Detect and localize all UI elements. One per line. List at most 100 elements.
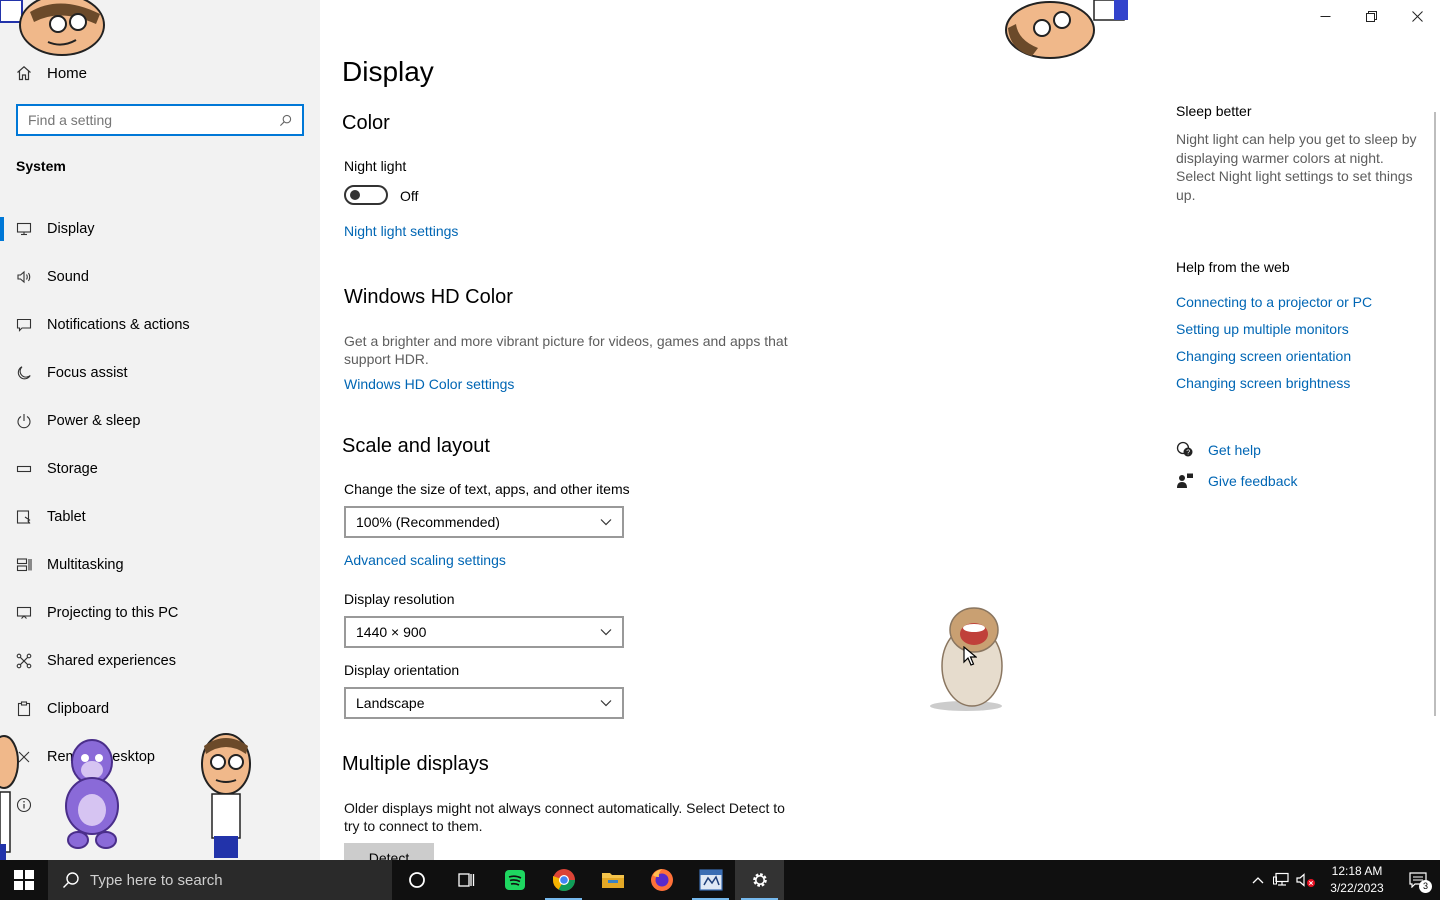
taskbar-search-box[interactable]: Type here to search — [48, 860, 392, 900]
monitor-icon — [16, 221, 32, 237]
help-link-orientation[interactable]: Changing screen orientation — [1176, 348, 1351, 364]
settings-taskbar-button[interactable] — [735, 860, 784, 900]
clock-time: 12:18 AM — [1331, 864, 1383, 878]
toggle-knob — [350, 190, 360, 200]
sidebar-item-label: Sound — [47, 269, 89, 285]
help-link-brightness[interactable]: Changing screen brightness — [1176, 375, 1350, 391]
minimize-button[interactable] — [1302, 0, 1348, 32]
sidebar-item-about[interactable] — [0, 781, 320, 829]
app-taskbar-button[interactable] — [686, 860, 735, 900]
sidebar-item-display[interactable]: Display — [0, 205, 320, 253]
file-explorer-taskbar-button[interactable] — [588, 860, 637, 900]
page-title: Display — [342, 56, 434, 87]
sidebar-item-label: Multitasking — [47, 557, 124, 573]
page-scrollbar[interactable] — [1434, 112, 1436, 716]
settings-sidebar: Home Find a setting System Display Sound… — [0, 0, 320, 860]
start-button[interactable] — [0, 860, 48, 900]
sidebar-item-remote-desktop[interactable]: Remote Desktop — [0, 733, 320, 781]
cortana-button[interactable] — [392, 860, 441, 900]
resolution-dropdown[interactable]: 1440 × 900 — [344, 616, 624, 648]
section-label-system: System — [16, 158, 66, 174]
help-link-projector[interactable]: Connecting to a projector or PC — [1176, 294, 1372, 310]
network-button[interactable] — [1270, 860, 1294, 900]
home-label: Home — [47, 64, 88, 82]
sidebar-item-focus-assist[interactable]: Focus assist — [0, 349, 320, 397]
sidebar-item-power-sleep[interactable]: Power & sleep — [0, 397, 320, 445]
help-link-multiple-monitors[interactable]: Setting up multiple monitors — [1176, 321, 1349, 337]
notification-count-badge: 3 — [1419, 880, 1432, 893]
hd-color-description: Get a brighter and more vibrant picture … — [344, 333, 788, 367]
sidebar-item-tablet[interactable]: Tablet — [0, 493, 320, 541]
purple-gorilla-buddy[interactable] — [56, 736, 128, 850]
multitasking-icon — [16, 557, 32, 573]
get-help-label: Get help — [1208, 442, 1261, 458]
show-hidden-icons-button[interactable] — [1246, 860, 1270, 900]
give-feedback-link[interactable]: Give feedback — [1176, 472, 1298, 490]
night-light-state: Off — [400, 188, 419, 204]
task-view-button[interactable] — [441, 860, 490, 900]
find-setting-input[interactable]: Find a setting — [16, 104, 304, 136]
volume-button[interactable] — [1294, 860, 1318, 900]
firefox-taskbar-button[interactable] — [637, 860, 686, 900]
taskbar-clock[interactable]: 12:18 AM 3/22/2023 — [1318, 863, 1396, 897]
sidebar-item-sound[interactable]: Sound — [0, 253, 320, 301]
cartoon-man-standing[interactable] — [196, 732, 256, 858]
cartoon-face-top-right[interactable] — [1002, 0, 1130, 60]
action-center-button[interactable]: 3 — [1396, 860, 1440, 900]
spotify-taskbar-button[interactable] — [490, 860, 539, 900]
help-web-heading: Help from the web — [1176, 259, 1290, 275]
sidebar-item-label: Focus assist — [47, 365, 128, 381]
clipboard-icon — [16, 701, 32, 717]
sidebar-item-multitasking[interactable]: Multitasking — [0, 541, 320, 589]
speaker-icon — [16, 269, 32, 285]
sidebar-item-projecting[interactable]: Projecting to this PC — [0, 589, 320, 637]
size-label: Change the size of text, apps, and other… — [344, 481, 630, 497]
sidebar-item-clipboard[interactable]: Clipboard — [0, 685, 320, 733]
moon-icon — [16, 365, 32, 381]
chevron-down-icon — [600, 629, 612, 636]
orientation-dropdown[interactable]: Landscape — [344, 687, 624, 719]
scale-layout-heading: Scale and layout — [342, 435, 490, 457]
search-placeholder: Find a setting — [28, 112, 113, 128]
sleep-better-heading: Sleep better — [1176, 103, 1252, 119]
sidebar-item-label: Storage — [47, 461, 98, 477]
restore-button[interactable] — [1348, 0, 1394, 32]
close-button[interactable] — [1394, 0, 1440, 32]
orientation-label: Display orientation — [344, 662, 460, 678]
spotify-icon — [504, 870, 525, 890]
chevron-down-icon — [600, 700, 612, 707]
orientation-value: Landscape — [356, 695, 425, 711]
hd-color-heading: Windows HD Color — [344, 286, 513, 308]
system-tray: 12:18 AM 3/22/2023 3 — [1246, 860, 1440, 900]
multiple-displays-description: Older displays might not always connect … — [344, 800, 785, 834]
sidebar-item-label: Shared experiences — [47, 653, 176, 669]
feedback-icon — [1177, 473, 1193, 488]
resolution-value: 1440 × 900 — [356, 624, 427, 640]
cartoon-face-top-left[interactable] — [0, 0, 110, 60]
resolution-label: Display resolution — [344, 591, 455, 607]
window-controls — [1302, 0, 1440, 32]
chevron-up-icon — [1252, 877, 1264, 884]
advanced-scaling-link[interactable]: Advanced scaling settings — [344, 552, 506, 568]
get-help-link[interactable]: ? Get help — [1176, 441, 1261, 459]
restore-icon — [1365, 10, 1377, 22]
network-icon — [1273, 872, 1289, 886]
detect-button[interactable]: Detect — [344, 843, 434, 860]
sidebar-item-storage[interactable]: Storage — [0, 445, 320, 493]
system-nav-list: Display Sound Notifications & actions Fo… — [0, 205, 320, 829]
home-nav-item[interactable]: Home — [16, 62, 87, 84]
chrome-taskbar-button[interactable] — [539, 860, 588, 900]
sidebar-item-shared-experiences[interactable]: Shared experiences — [0, 637, 320, 685]
cartoon-figure-left-edge[interactable] — [0, 732, 22, 860]
night-light-toggle[interactable] — [344, 185, 388, 205]
close-icon — [1411, 10, 1423, 22]
gear-icon — [752, 873, 767, 887]
get-help-icon: ? — [1176, 441, 1193, 457]
night-light-label: Night light — [344, 158, 407, 174]
hd-color-settings-link[interactable]: Windows HD Color settings — [344, 376, 514, 392]
scale-dropdown[interactable]: 100% (Recommended) — [344, 506, 624, 538]
night-light-settings-link[interactable]: Night light settings — [344, 223, 458, 239]
tablet-icon — [16, 509, 32, 525]
sidebar-item-notifications[interactable]: Notifications & actions — [0, 301, 320, 349]
power-icon — [16, 413, 32, 429]
